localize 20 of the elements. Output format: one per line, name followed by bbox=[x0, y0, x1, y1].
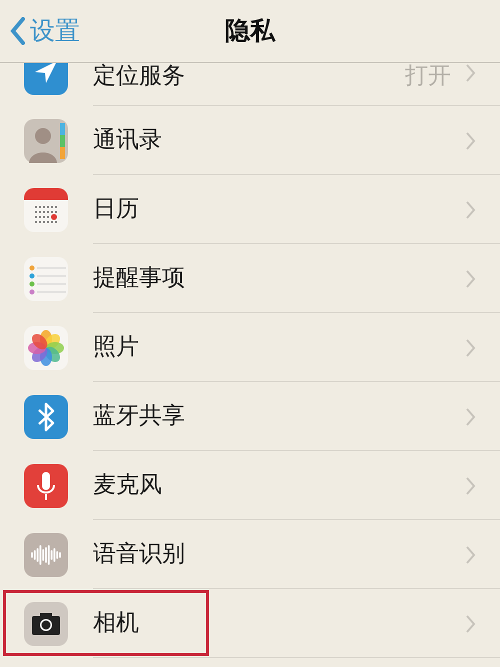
settings-row[interactable]: 通讯录 bbox=[0, 106, 500, 175]
settings-row[interactable]: 语音识别 bbox=[0, 520, 500, 589]
settings-row[interactable]: 日历 bbox=[0, 175, 500, 244]
row-label: 语音识别 bbox=[93, 540, 186, 570]
row-label: 提醒事项 bbox=[93, 264, 186, 294]
settings-row[interactable]: 照片 bbox=[0, 313, 500, 382]
row-value: 打开 bbox=[405, 62, 451, 91]
settings-row[interactable]: 提醒事项 bbox=[0, 244, 500, 313]
settings-row[interactable]: 麦克风 bbox=[0, 451, 500, 520]
settings-row[interactable]: 相机 bbox=[0, 589, 500, 658]
row-label: 日历 bbox=[93, 195, 140, 224]
row-label: 照片 bbox=[93, 333, 140, 362]
row-label: 麦克风 bbox=[93, 471, 163, 500]
row-label: 蓝牙共享 bbox=[93, 402, 186, 432]
row-label: 定位服务 bbox=[93, 62, 186, 91]
page-title: 隐私 bbox=[225, 16, 275, 45]
settings-row[interactable]: 蓝牙共享 bbox=[0, 382, 500, 451]
row-label: 通讯录 bbox=[93, 126, 163, 156]
settings-row[interactable]: 定位服务 打开 bbox=[0, 63, 500, 106]
row-label: 相机 bbox=[93, 609, 140, 638]
